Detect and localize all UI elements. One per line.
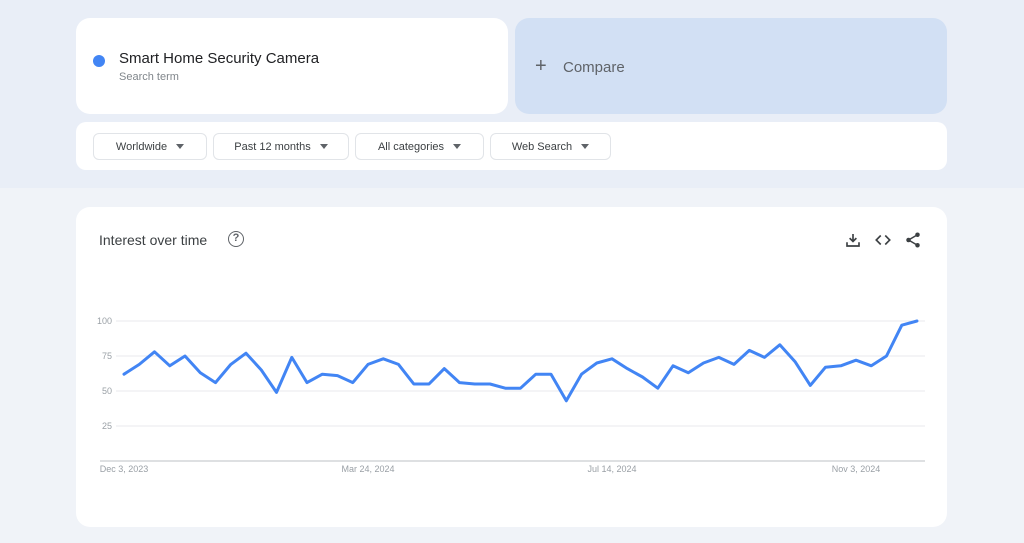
x-axis-ticks: Dec 3, 2023 Mar 24, 2024 Jul 14, 2024 Nov 3… (100, 464, 881, 474)
x-tick-label: Mar 24, 2024 (341, 464, 394, 474)
y-tick-label: 75 (102, 351, 112, 361)
x-tick-label: Dec 3, 2023 (100, 464, 149, 474)
series-layer (122, 319, 919, 403)
line-chart[interactable]: 25 50 75 100 Dec 3, 2023 Mar 24, 2024 Jul 14,… (0, 0, 1024, 543)
x-tick-label: Nov 3, 2024 (832, 464, 881, 474)
x-tick-label: Jul 14, 2024 (587, 464, 636, 474)
y-tick-label: 25 (102, 421, 112, 431)
y-tick-label: 100 (97, 316, 112, 326)
y-axis-ticks: 25 50 75 100 (97, 316, 112, 431)
y-tick-label: 50 (102, 386, 112, 396)
